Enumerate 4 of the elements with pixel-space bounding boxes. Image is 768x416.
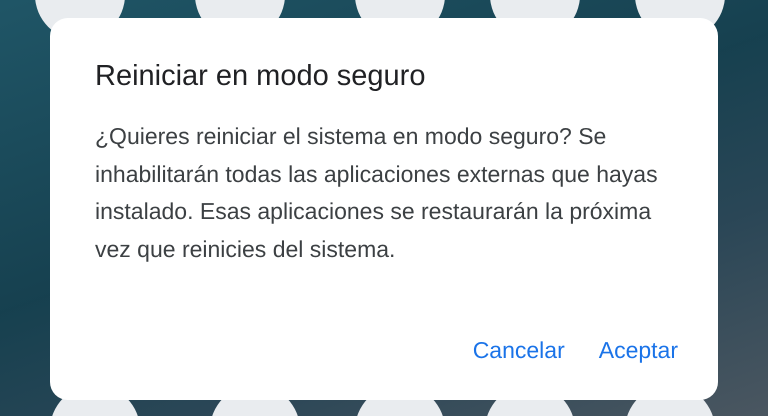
dialog-button[interactable]: Cancelar xyxy=(466,329,571,372)
dialog-title: Reiniciar en modo seguro xyxy=(95,59,426,94)
dialog-button[interactable]: Aceptar xyxy=(592,329,684,372)
dialog-message: ¿Quieres reiniciar el sistema en modo seguro? Se inhabilitarán todas las aplicaciones externas que hayas instalado. Esas aplicaciones se restaurarán la próxima vez que reinicies del sistema. xyxy=(95,122,659,264)
